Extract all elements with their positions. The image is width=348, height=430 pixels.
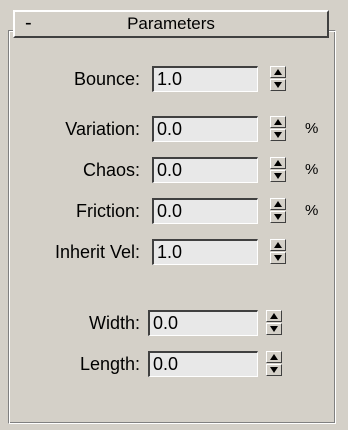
variation-field[interactable]: 0.0 <box>152 116 258 142</box>
spinner-down-icon[interactable] <box>270 129 286 141</box>
spinner-up-icon[interactable] <box>270 116 286 128</box>
friction-field[interactable]: 0.0 <box>152 198 258 224</box>
spinner-up-icon[interactable] <box>270 157 286 169</box>
inherit-vel-field[interactable]: 1.0 <box>152 239 258 265</box>
width-spinner[interactable] <box>266 310 282 336</box>
friction-spinner[interactable] <box>270 198 286 224</box>
spinner-up-icon[interactable] <box>266 310 282 322</box>
variation-unit: % <box>305 120 319 137</box>
spinner-up-icon[interactable] <box>270 66 286 78</box>
length-spinner[interactable] <box>266 351 282 377</box>
spinner-down-icon[interactable] <box>270 252 286 264</box>
chaos-row: Chaos: 0.0 % <box>0 157 348 183</box>
length-label: Length: <box>79 354 140 374</box>
friction-row: Friction: 0.0 % <box>0 198 348 224</box>
inherit-vel-row: Inherit Vel: 1.0 <box>0 239 348 265</box>
spinner-down-icon[interactable] <box>270 170 286 182</box>
length-row: Length: 0.0 <box>0 351 348 377</box>
bounce-field[interactable]: 1.0 <box>152 66 258 92</box>
chaos-unit: % <box>305 161 319 178</box>
spinner-up-icon[interactable] <box>270 239 286 251</box>
inherit-vel-spinner[interactable] <box>270 239 286 265</box>
chaos-field[interactable]: 0.0 <box>152 157 258 183</box>
spinner-up-icon[interactable] <box>266 351 282 363</box>
width-field[interactable]: 0.0 <box>148 310 258 336</box>
variation-label: Variation: <box>65 119 140 139</box>
width-label: Width: <box>88 313 140 333</box>
spinner-down-icon[interactable] <box>270 79 286 91</box>
rollout-title: Parameters <box>127 14 215 33</box>
bounce-spinner[interactable] <box>270 66 286 92</box>
spinner-down-icon[interactable] <box>266 323 282 335</box>
inherit-vel-label: Inherit Vel: <box>54 242 140 262</box>
length-field[interactable]: 0.0 <box>148 351 258 377</box>
spinner-up-icon[interactable] <box>270 198 286 210</box>
width-row: Width: 0.0 <box>0 310 348 336</box>
rollout-header[interactable]: - Parameters <box>13 10 329 38</box>
friction-label: Friction: <box>75 201 140 221</box>
spinner-down-icon[interactable] <box>266 364 282 376</box>
bounce-row: Bounce: 1.0 <box>0 66 348 92</box>
friction-unit: % <box>305 202 319 219</box>
chaos-label: Chaos: <box>82 160 140 180</box>
variation-spinner[interactable] <box>270 116 286 142</box>
bounce-label: Bounce: <box>73 69 140 89</box>
chaos-spinner[interactable] <box>270 157 286 183</box>
variation-row: Variation: 0.0 % <box>0 116 348 142</box>
spinner-down-icon[interactable] <box>270 211 286 223</box>
